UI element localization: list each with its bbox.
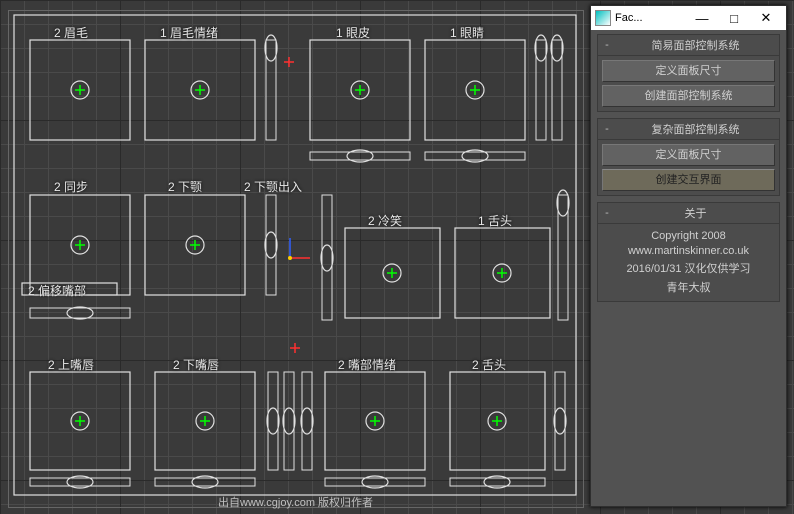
label-mouth-offset: 2 偏移嘴部	[28, 282, 86, 299]
app-icon	[595, 10, 611, 26]
close-button[interactable]: ✕	[750, 6, 782, 30]
group-simple-head[interactable]: - 简易面部控制系统	[598, 35, 779, 56]
label-eyebrow-emo: 1 眉毛情绪	[160, 24, 218, 41]
btn-create-ui[interactable]: 创建交互界面	[602, 169, 775, 191]
facial-panel[interactable]: Fac... — □ ✕ - 简易面部控制系统 定义面板尺寸 创建面部控制系统 …	[590, 5, 787, 507]
maximize-button[interactable]: □	[718, 6, 750, 30]
group-about-title: 关于	[616, 205, 775, 221]
btn-define-size-1[interactable]: 定义面板尺寸	[602, 60, 775, 82]
label-eyebrow: 2 眉毛	[54, 24, 88, 41]
label-lower-lip: 2 下嘴唇	[173, 356, 219, 373]
about-copyright: Copyright 2008	[651, 230, 726, 242]
label-eyelid: 1 眼皮	[336, 24, 370, 41]
label-tongue2: 2 舌头	[472, 356, 506, 373]
panel-title: Fac...	[615, 12, 643, 24]
label-eye: 1 眼睛	[450, 24, 484, 41]
panel-body: - 简易面部控制系统 定义面板尺寸 创建面部控制系统 - 复杂面部控制系统 定义…	[591, 30, 786, 312]
label-sync: 2 同步	[54, 178, 88, 195]
panel-titlebar[interactable]: Fac... — □ ✕	[591, 6, 786, 30]
label-sneer: 2 冷笑	[368, 212, 402, 229]
about-translation: 2016/01/31 汉化仅供学习	[626, 260, 750, 276]
label-jaw-inout: 2 下颚出入	[244, 178, 302, 195]
group-simple: - 简易面部控制系统 定义面板尺寸 创建面部控制系统	[597, 34, 780, 112]
group-about-head[interactable]: - 关于	[598, 203, 779, 224]
viewport-root: 2 眉毛 1 眉毛情绪 1 眼皮 1 眼睛 2 同步 2 下颚 2 下颚出入 2…	[0, 0, 794, 514]
label-jaw: 2 下颚	[168, 178, 202, 195]
collapse-icon[interactable]: -	[602, 207, 612, 219]
group-complex-head[interactable]: - 复杂面部控制系统	[598, 119, 779, 140]
group-complex: - 复杂面部控制系统 定义面板尺寸 创建交互界面	[597, 118, 780, 196]
label-mouth-emo: 2 嘴部情绪	[338, 356, 396, 373]
group-simple-title: 简易面部控制系统	[616, 37, 775, 53]
watermark: 出自www.cgjoy.com 版权归作者	[218, 494, 373, 510]
group-about: - 关于 Copyright 2008 www.martinskinner.co…	[597, 202, 780, 302]
about-url: www.martinskinner.co.uk	[628, 245, 749, 257]
about-author: 青年大叔	[667, 279, 711, 295]
label-tongue1: 1 舌头	[478, 212, 512, 229]
collapse-icon[interactable]: -	[602, 39, 612, 51]
minimize-button[interactable]: —	[686, 6, 718, 30]
btn-create-facial-system[interactable]: 创建面部控制系统	[602, 85, 775, 107]
group-complex-title: 复杂面部控制系统	[616, 121, 775, 137]
collapse-icon[interactable]: -	[602, 123, 612, 135]
label-upper-lip: 2 上嘴唇	[48, 356, 94, 373]
btn-define-size-2[interactable]: 定义面板尺寸	[602, 144, 775, 166]
